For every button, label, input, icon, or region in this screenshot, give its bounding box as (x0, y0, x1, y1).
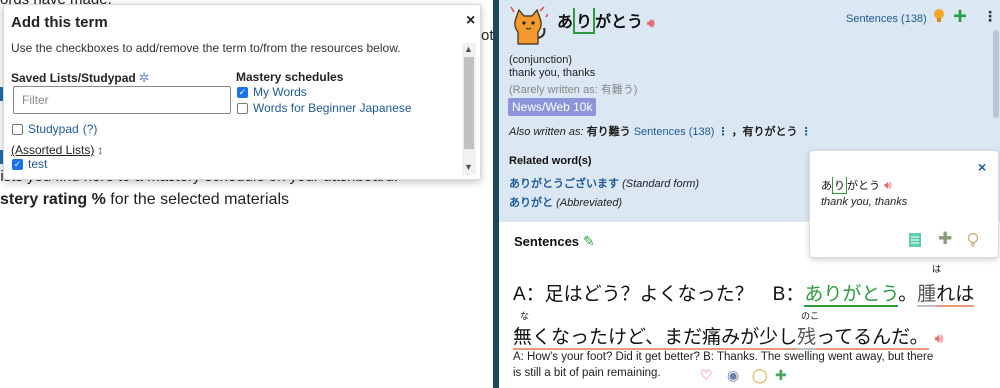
cat-mascot-icon (510, 6, 548, 45)
mini-headword-pre: あ (821, 180, 832, 192)
related-words-heading: Related word(s) (509, 155, 592, 167)
add-plus-icon[interactable]: + (953, 5, 967, 29)
mastery-heading: Mastery schedules (236, 70, 344, 84)
related-word-row: ありがと (Abbreviated) (509, 194, 622, 210)
beginner-japanese-label[interactable]: Words for Beginner Japanese (253, 101, 412, 115)
gear-icon[interactable]: ✲ (139, 70, 150, 86)
headword-post: がとう (595, 14, 644, 31)
related-word-link[interactable]: ありがと (509, 197, 553, 209)
popup-scrollbar[interactable]: ▲ ▼ (462, 43, 476, 175)
more-options-icon[interactable]: ⋮ (801, 126, 812, 138)
rarely-written: (Rarely written as: 有難う) (509, 84, 638, 96)
sentence-word[interactable]: 腫 (917, 284, 937, 307)
studypad-help-link[interactable]: (?) (83, 122, 98, 136)
studypad-checkbox[interactable] (12, 123, 23, 135)
my-words-row[interactable]: My Words (237, 85, 307, 99)
more-options-icon[interactable]: ⋮ (983, 8, 997, 25)
mini-headword: ありがとう 🔊︎ (821, 177, 892, 194)
furigana: のこ (801, 311, 820, 321)
mini-meaning: thank you, thanks (821, 196, 908, 208)
also-written-label: Also written as: (509, 126, 584, 138)
sentence-line-1: A：足はどう？よくなった？ B：ありがとう。腫れは (513, 279, 975, 307)
scroll-down-icon[interactable]: ▼ (464, 162, 473, 172)
eye-icon[interactable]: ◉ (727, 367, 739, 384)
sentence-line-2: 無くなったけど、まだ痛みが少し残ってるんだ。 🔊︎ (513, 322, 944, 350)
popup-title: Add this term (11, 14, 108, 31)
mastery-rating-text: stery rating % (0, 191, 106, 208)
comment-icon[interactable]: ◯ (752, 367, 768, 384)
right-pane: ありがとう 🔊︎ Sentences (138) + ⋮ (conjunction… (499, 0, 1000, 388)
also-sentences-link[interactable]: Sentences (138) (634, 126, 715, 138)
test-checkbox[interactable] (12, 158, 23, 170)
sentence-text[interactable]: ってるんだ。 (816, 327, 929, 350)
beginner-japanese-checkbox[interactable] (237, 102, 248, 114)
related-word-row: ありがとうございます (Standard form) (509, 175, 699, 191)
saved-lists-heading: Saved Lists/Studypad ✲ (11, 70, 150, 86)
speaker-icon[interactable]: 🔊︎ (935, 330, 944, 347)
sentence-translation: A: How's your foot? Did it get better? B… (513, 351, 934, 363)
speaker-icon[interactable]: 🔊︎ (647, 16, 655, 31)
popup-description: Use the checkboxes to add/remove the ter… (11, 41, 401, 55)
meaning: thank you, thanks (509, 67, 596, 79)
sentence-word[interactable]: 残 (797, 327, 817, 350)
assorted-lists-row: (Assorted Lists) ↕ (11, 143, 103, 157)
lightbulb-icon[interactable] (967, 232, 979, 248)
mini-headword-highlight: り (832, 177, 847, 194)
add-plus-icon[interactable]: ✚ (938, 229, 952, 249)
test-checkbox-row[interactable]: test (12, 157, 47, 171)
studypad-label[interactable]: Studypad (28, 122, 79, 136)
scroll-up-icon[interactable]: ▲ (464, 44, 473, 54)
sentence-term-highlight[interactable]: ありがとう (804, 284, 899, 307)
background-text: ot (481, 27, 493, 44)
sentences-heading-label: Sentences (514, 234, 580, 249)
related-word-link[interactable]: ありがとうございます (509, 178, 619, 190)
flashcard-icon[interactable] (908, 232, 922, 248)
furigana: な (520, 311, 530, 321)
add-term-popup: Add this term × Use the checkboxes to ad… (3, 4, 481, 180)
background-text: stery rating % for the selected material… (0, 191, 289, 209)
saved-lists-label: Saved Lists/Studypad (11, 71, 136, 85)
headword-highlight: り (573, 8, 596, 34)
lightbulb-icon[interactable] (933, 8, 945, 24)
also-form-1: 有り難う (586, 126, 631, 138)
add-plus-icon[interactable]: ✚ (775, 367, 787, 384)
sentence-text: 。 (898, 284, 918, 305)
close-icon[interactable]: × (978, 159, 986, 175)
headword-pre: あ (557, 14, 574, 31)
sentence-word[interactable]: 無 (513, 327, 533, 350)
test-label[interactable]: test (28, 157, 47, 171)
related-word-note: (Abbreviated) (556, 197, 623, 209)
headword: ありがとう 🔊︎ (557, 8, 655, 34)
my-words-label[interactable]: My Words (253, 85, 307, 99)
also-written-row: Also written as: 有り難う Sentences (138) ⋮ … (509, 123, 812, 139)
sort-icon[interactable]: ↕ (97, 143, 103, 157)
sentence-text[interactable]: くなったけど、まだ痛みが少し (532, 327, 798, 350)
sentence-text: A：足はどう？よくなった？ B： (513, 284, 805, 305)
term-mini-popup: × ありがとう 🔊︎ thank you, thanks ✚ (809, 150, 999, 258)
part-of-speech: (conjunction) (509, 54, 572, 66)
also-form-2: ，有りがとう (731, 126, 798, 138)
left-pane: ords have made. ot lists you find here t… (0, 0, 493, 388)
sentences-heading: Sentences ✎ (514, 233, 595, 250)
background-text-tail: for the selected materials (105, 191, 290, 208)
studypad-checkbox-row[interactable]: Studypad (?) (12, 122, 97, 136)
filter-input[interactable] (13, 86, 231, 114)
my-words-checkbox[interactable] (237, 86, 248, 98)
mini-headword-post: がとう (847, 180, 880, 192)
pencil-icon[interactable]: ✎ (583, 233, 595, 250)
assorted-lists-link[interactable]: (Assorted Lists) (11, 143, 94, 157)
sentences-count-link[interactable]: Sentences (138) (846, 13, 927, 25)
related-word-note: (Standard form) (622, 178, 700, 190)
heart-icon[interactable]: ♡ (700, 367, 713, 384)
sentence-translation: is still a bit of pain remaining. (513, 367, 661, 379)
beginner-japanese-row[interactable]: Words for Beginner Japanese (237, 101, 412, 115)
scroll-thumb[interactable] (464, 57, 474, 149)
sentence-word[interactable]: れは (936, 284, 975, 307)
speaker-icon[interactable]: 🔊︎ (884, 178, 892, 193)
close-icon[interactable]: × (466, 12, 475, 30)
furigana: は (932, 264, 942, 274)
more-options-icon[interactable]: ⋮ (718, 126, 729, 138)
entry-scrollbar[interactable] (993, 30, 999, 118)
frequency-badge: News/Web 10k (508, 98, 597, 116)
